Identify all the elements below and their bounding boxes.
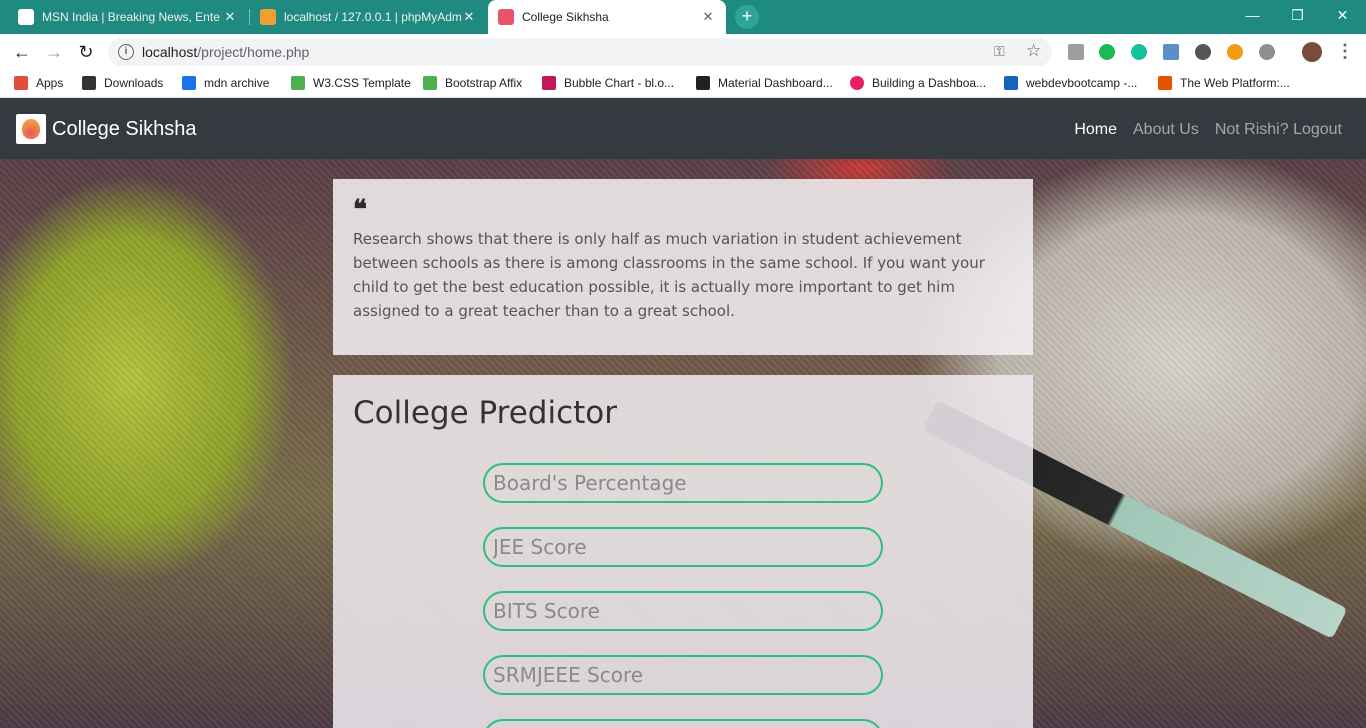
tab-college-sikhsha[interactable]: College Sikhsha ✕: [488, 0, 726, 34]
close-window-button[interactable]: ✕: [1320, 0, 1365, 30]
predictor-title: College Predictor: [353, 395, 617, 431]
extension-grammarly-icon[interactable]: [1131, 44, 1147, 60]
bookmark-star-icon[interactable]: ☆: [1026, 41, 1041, 61]
address-bar[interactable]: i localhost/project/home.php ⚿ ☆: [108, 38, 1052, 66]
bookmark-web-platform[interactable]: The Web Platform:...: [1158, 76, 1290, 90]
play-icon: [850, 76, 864, 90]
bookmark-label: Downloads: [104, 76, 164, 90]
nav-home-link[interactable]: Home: [1074, 121, 1117, 139]
address-url[interactable]: localhost/project/home.php: [142, 44, 309, 60]
score-input[interactable]: [483, 719, 883, 728]
browser-menu-icon[interactable]: ⋮: [1336, 41, 1354, 62]
extension-clipboard-icon[interactable]: [1068, 44, 1084, 60]
bookmark-label: Bootstrap Affix: [445, 76, 523, 90]
apps-grid-icon: [14, 76, 28, 90]
phpmyadmin-favicon-icon: [260, 9, 276, 25]
bookmark-label: Building a Dashboa...: [872, 76, 987, 90]
quote-card: ❝ Research shows that there is only half…: [333, 179, 1033, 355]
lotus-logo-icon: [16, 114, 46, 144]
reload-icon[interactable]: ↻: [74, 40, 98, 64]
profile-avatar[interactable]: [1302, 42, 1322, 62]
maximize-button[interactable]: ❐: [1275, 0, 1320, 30]
extension-spotify-icon[interactable]: [1099, 44, 1115, 60]
bowtie-icon: [696, 76, 710, 90]
jee-score-input[interactable]: [483, 527, 883, 567]
site-info-icon[interactable]: i: [118, 44, 134, 60]
w3-icon: [423, 76, 437, 90]
bookmark-downloads[interactable]: Downloads: [82, 76, 163, 90]
url-path: /project/home.php: [197, 44, 310, 60]
bubble-chart-icon: [542, 76, 556, 90]
extension-binoculars-icon[interactable]: [1195, 44, 1211, 60]
nav-about-link[interactable]: About Us: [1133, 121, 1199, 139]
bookmark-building-dashboard[interactable]: Building a Dashboa...: [850, 76, 986, 90]
new-tab-button[interactable]: +: [735, 5, 759, 29]
close-tab-icon[interactable]: ✕: [222, 9, 238, 25]
msn-favicon-icon: [18, 9, 34, 25]
page-viewport: College Sikhsha Home About Us Not Rishi?…: [0, 98, 1366, 728]
url-host: localhost: [142, 44, 198, 60]
w3-icon: [291, 76, 305, 90]
nav-links: Home About Us Not Rishi? Logout: [1074, 121, 1342, 139]
tab-title: MSN India | Breaking News, Ente: [42, 10, 220, 24]
bookmark-apps[interactable]: Apps: [14, 76, 63, 90]
bookmark-material-dashboard[interactable]: Material Dashboard...: [696, 76, 833, 90]
key-icon[interactable]: ⚿: [994, 43, 1005, 60]
quote-icon: ❝: [353, 195, 367, 225]
browser-toolbar: ← → ↻ i localhost/project/home.php ⚿ ☆ ⋮: [0, 34, 1366, 70]
brand[interactable]: College Sikhsha: [16, 114, 197, 144]
bookmark-label: Apps: [36, 76, 64, 90]
extension-cookie-icon[interactable]: [1227, 44, 1243, 60]
bookmark-bootstrap-affix[interactable]: Bootstrap Affix: [423, 76, 522, 90]
bookmark-label: webdevbootcamp -...: [1026, 76, 1138, 90]
bookmark-label: The Web Platform:...: [1180, 76, 1290, 90]
college-predictor-card: College Predictor: [333, 375, 1033, 728]
close-tab-icon[interactable]: ✕: [461, 9, 477, 25]
college-sikhsha-favicon-icon: [498, 9, 514, 25]
mdn-icon: [182, 76, 196, 90]
bookmark-label: Bubble Chart - bl.o...: [564, 76, 675, 90]
tab-phpmyadmin[interactable]: localhost / 127.0.0.1 | phpMyAdm ✕: [250, 0, 487, 34]
bookmark-webdevbootcamp[interactable]: webdevbootcamp -...: [1004, 76, 1137, 90]
bookmark-label: W3.CSS Template: [313, 76, 411, 90]
close-tab-icon[interactable]: ✕: [700, 9, 716, 25]
back-arrow-icon[interactable]: ←: [10, 40, 34, 64]
tab-msn[interactable]: MSN India | Breaking News, Ente ✕: [8, 0, 248, 34]
html5-icon: [1158, 76, 1172, 90]
site-navbar: College Sikhsha Home About Us Not Rishi?…: [0, 98, 1366, 159]
tab-title: localhost / 127.0.0.1 | phpMyAdm: [284, 10, 461, 24]
forward-arrow-icon[interactable]: →: [42, 40, 66, 64]
tab-title: College Sikhsha: [522, 10, 609, 24]
quote-text: Research shows that there is only half a…: [353, 230, 985, 320]
bits-score-input[interactable]: [483, 591, 883, 631]
bookmark-mdn-archive[interactable]: mdn archive: [182, 76, 269, 90]
bookmark-bubble-chart[interactable]: Bubble Chart - bl.o...: [542, 76, 674, 90]
browser-tab-strip: MSN India | Breaking News, Ente ✕ localh…: [0, 0, 1366, 34]
nav-logout-link[interactable]: Not Rishi? Logout: [1215, 121, 1342, 139]
bookmark-w3css-template[interactable]: W3.CSS Template: [291, 76, 411, 90]
brand-name: College Sikhsha: [52, 117, 197, 140]
srmjeee-score-input[interactable]: [483, 655, 883, 695]
extension-compass-icon[interactable]: [1259, 44, 1275, 60]
boards-percentage-input[interactable]: [483, 463, 883, 503]
eye-icon: [1004, 76, 1018, 90]
minimize-button[interactable]: —: [1230, 0, 1275, 30]
bookmarks-bar: Apps Downloads mdn archive W3.CSS Templa…: [0, 70, 1366, 98]
extension-image-icon[interactable]: [1163, 44, 1179, 60]
bookmark-label: mdn archive: [204, 76, 270, 90]
bookmark-label: Material Dashboard...: [718, 76, 833, 90]
download-icon: [82, 76, 96, 90]
